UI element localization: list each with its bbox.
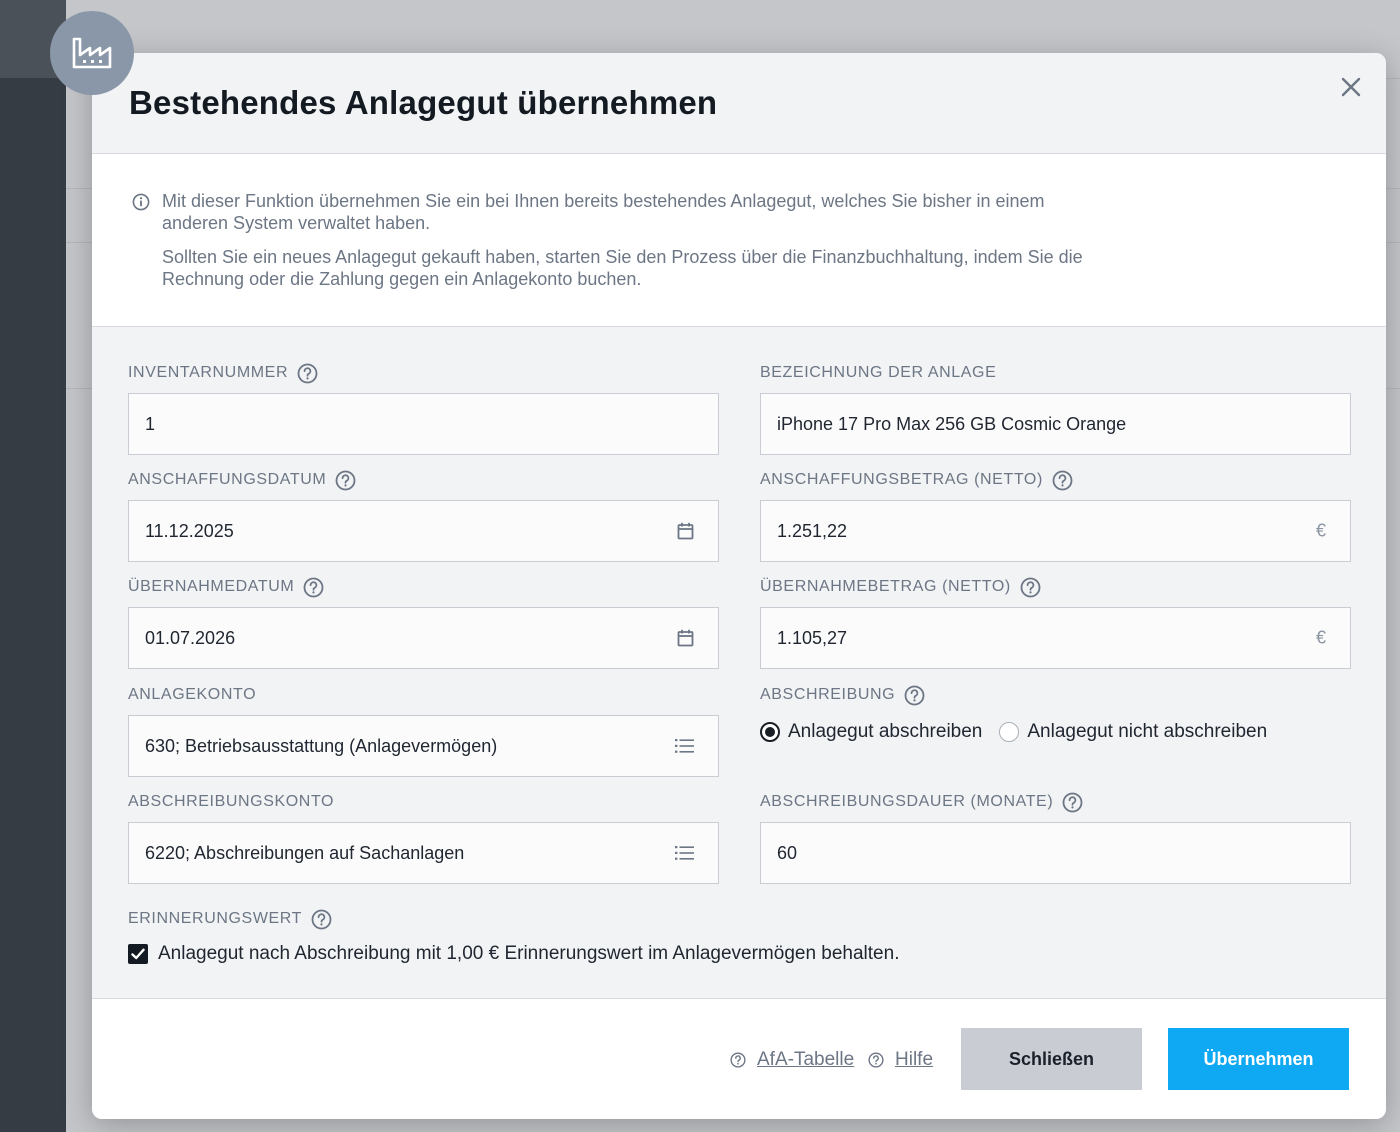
help-icon[interactable] [335, 470, 356, 491]
input-value: 1 [145, 413, 156, 434]
input-value: 60 [777, 842, 798, 863]
info-box: Mit dieser Funktion übernehmen Sie ein b… [92, 154, 1386, 327]
inventarnummer-input[interactable]: 1 [128, 393, 719, 455]
input-value: 1.251,22 [777, 520, 848, 541]
help-link[interactable]: Hilfe [868, 1049, 933, 1071]
uebernahmebetrag-input[interactable]: 1.105,27 € [760, 607, 1351, 669]
input-value: 1.105,27 [777, 627, 848, 648]
check-icon [131, 948, 145, 960]
help-icon[interactable] [303, 577, 324, 598]
dialog-header: Bestehendes Anlagegut übernehmen [92, 53, 1386, 154]
anschaffungsdatum-input[interactable]: 11.12.2025 [128, 500, 719, 562]
label-text: ANLAGEKONTO [128, 686, 257, 703]
input-value: 6220; Abschreibungen auf Sachanlagen [145, 842, 465, 863]
input-value: iPhone 17 Pro Max 256 GB Cosmic Orange [777, 413, 1127, 434]
field-label: ANSCHAFFUNGSBETRAG (NETTO) [760, 469, 1351, 491]
radio-abschreiben[interactable]: Anlagegut abschreiben [760, 721, 982, 743]
help-icon [868, 1052, 884, 1068]
link-label[interactable]: AfA-Tabelle [757, 1049, 854, 1071]
help-icon[interactable] [1020, 577, 1041, 598]
abschreibung-radio-group: Anlagegut abschreiben Anlagegut nicht ab… [760, 721, 1351, 743]
erinnerungswert-field: ERINNERUNGSWERT [128, 908, 719, 930]
field-label: ÜBERNAHMEBETRAG (NETTO) [760, 576, 1351, 598]
apply-button[interactable]: Übernehmen [1168, 1028, 1349, 1090]
list-icon[interactable] [675, 739, 694, 754]
radio-label: Anlagegut nicht abschreiben [1027, 721, 1268, 742]
help-icon[interactable] [1052, 470, 1073, 491]
input-value: 11.12.2025 [145, 520, 234, 541]
asset-form: INVENTARNUMMER 1 BEZEICHNUNG DER ANLAGE … [92, 327, 1386, 998]
radio-label: Anlagegut abschreiben [788, 721, 983, 742]
close-button[interactable] [1336, 72, 1366, 102]
radio-nicht-abschreiben[interactable]: Anlagegut nicht abschreiben [999, 721, 1267, 743]
asset-takeover-dialog: Bestehendes Anlagegut übernehmen Mit die… [92, 53, 1386, 1119]
currency-symbol: € [1315, 627, 1326, 648]
field-label: ANLAGEKONTO [128, 684, 719, 706]
dialog-footer: AfA-Tabelle Hilfe Schließen Übernehmen [92, 998, 1386, 1119]
anschaffungsbetrag-input[interactable]: 1.251,22 € [760, 500, 1351, 562]
link-label[interactable]: Hilfe [895, 1049, 933, 1071]
info-paragraph: Sollten Sie ein neues Anlagegut gekauft … [162, 247, 1083, 289]
erinnerungswert-checkbox-row[interactable]: Anlagegut nach Abschreibung mit 1,00 € E… [128, 943, 899, 965]
dialog-title: Bestehendes Anlagegut übernehmen [129, 84, 718, 121]
abschreibungskonto-select[interactable]: 6220; Abschreibungen auf Sachanlagen [128, 822, 719, 884]
anlagekonto-select[interactable]: 630; Betriebsausstattung (Anlagevermögen… [128, 715, 719, 777]
input-value: 630; Betriebsausstattung (Anlagevermögen… [145, 735, 498, 756]
factory-icon [50, 11, 134, 95]
bezeichnung-field: BEZEICHNUNG DER ANLAGE iPhone 17 Pro Max… [760, 362, 1351, 455]
field-label: ABSCHREIBUNGSKONTO [128, 791, 719, 813]
info-paragraph: Mit dieser Funktion übernehmen Sie ein b… [162, 191, 1045, 233]
label-text: ABSCHREIBUNGSKONTO [128, 793, 335, 810]
info-text: Mit dieser Funktion übernehmen Sie ein b… [162, 190, 1102, 290]
abschreibungskonto-field: ABSCHREIBUNGSKONTO 6220; Abschreibungen … [128, 791, 719, 884]
list-icon[interactable] [675, 846, 694, 861]
checkbox-label: Anlagegut nach Abschreibung mit 1,00 € E… [158, 943, 900, 964]
abschreibungsdauer-input[interactable]: 60 [760, 822, 1351, 884]
radio-button-checked[interactable] [760, 722, 780, 742]
field-label: ÜBERNAHMEDATUM [128, 576, 719, 598]
anschaffungsdatum-field: ANSCHAFFUNGSDATUM 11.12.2025 [128, 469, 719, 562]
label-text: ABSCHREIBUNG [760, 686, 896, 703]
label-text: ÜBERNAHMEBETRAG (NETTO) [760, 578, 1011, 595]
label-text: BEZEICHNUNG DER ANLAGE [760, 364, 997, 381]
field-label: INVENTARNUMMER [128, 362, 719, 384]
input-value: 01.07.2026 [145, 627, 236, 648]
anschaffungsbetrag-field: ANSCHAFFUNGSBETRAG (NETTO) 1.251,22 € [760, 469, 1351, 562]
label-text: INVENTARNUMMER [128, 364, 289, 381]
help-icon[interactable] [1062, 792, 1083, 813]
uebernahmebetrag-field: ÜBERNAHMEBETRAG (NETTO) 1.105,27 € [760, 576, 1351, 669]
help-icon[interactable] [904, 685, 925, 706]
uebernahmedatum-field: ÜBERNAHMEDATUM 01.07.2026 [128, 576, 719, 669]
inventarnummer-field: INVENTARNUMMER 1 [128, 362, 719, 455]
field-label: ERINNERUNGSWERT [128, 908, 719, 930]
checkbox-checked[interactable] [128, 944, 148, 964]
field-label: ABSCHREIBUNGSDAUER (MONATE) [760, 791, 1351, 813]
help-icon [730, 1052, 746, 1068]
label-text: ÜBERNAHMEDATUM [128, 578, 295, 595]
field-label: ABSCHREIBUNG [760, 684, 1351, 706]
background-sidebar [0, 0, 66, 1132]
help-icon[interactable] [297, 363, 318, 384]
info-icon [132, 193, 150, 216]
label-text: ABSCHREIBUNGSDAUER (MONATE) [760, 793, 1054, 810]
field-label: ANSCHAFFUNGSDATUM [128, 469, 719, 491]
abschreibungsdauer-field: ABSCHREIBUNGSDAUER (MONATE) 60 [760, 791, 1351, 884]
label-text: ERINNERUNGSWERT [128, 910, 303, 927]
calendar-icon[interactable] [677, 629, 694, 647]
radio-button[interactable] [999, 722, 1020, 742]
calendar-icon[interactable] [677, 522, 694, 540]
bezeichnung-input[interactable]: iPhone 17 Pro Max 256 GB Cosmic Orange [760, 393, 1351, 455]
anlagekonto-field: ANLAGEKONTO 630; Betriebsausstattung (An… [128, 684, 719, 777]
close-icon [1341, 77, 1361, 97]
label-text: ANSCHAFFUNGSDATUM [128, 471, 327, 488]
uebernahmedatum-input[interactable]: 01.07.2026 [128, 607, 719, 669]
help-icon[interactable] [311, 909, 332, 930]
field-label: BEZEICHNUNG DER ANLAGE [760, 362, 1351, 384]
currency-symbol: € [1315, 520, 1326, 541]
close-dialog-button[interactable]: Schließen [961, 1028, 1142, 1090]
afa-table-link[interactable]: AfA-Tabelle [730, 1049, 854, 1071]
abschreibung-field: ABSCHREIBUNG Anlagegut abschreiben Anlag… [760, 684, 1351, 743]
label-text: ANSCHAFFUNGSBETRAG (NETTO) [760, 471, 1043, 488]
